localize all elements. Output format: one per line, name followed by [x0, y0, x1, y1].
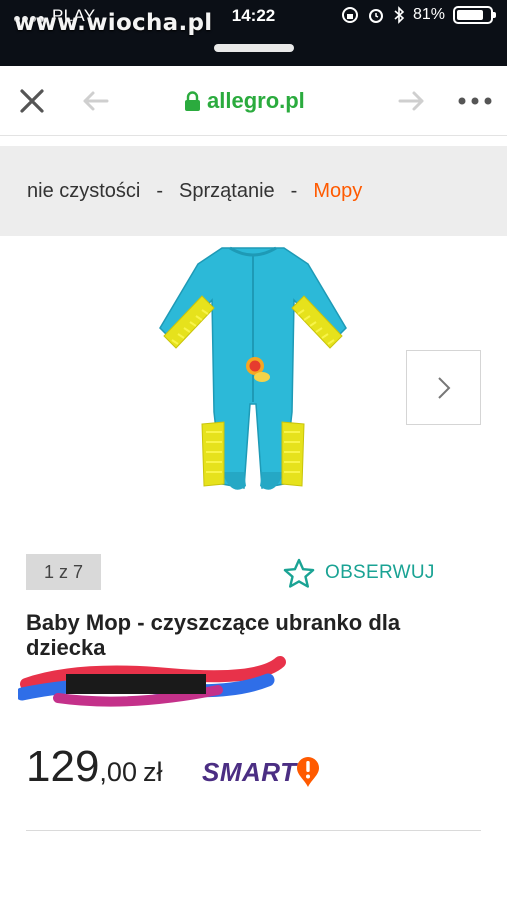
back-button[interactable] — [75, 81, 115, 121]
watch-button[interactable]: OBSERWUJ — [283, 556, 435, 590]
url-text: allegro.pl — [207, 88, 305, 113]
breadcrumb: nie czystości - Sprzątanie - Mopy — [0, 146, 507, 236]
close-icon — [20, 89, 44, 113]
price-decimal: ,00 — [99, 757, 137, 787]
screen-lock-icon — [341, 7, 358, 23]
sheet-handle[interactable] — [214, 44, 294, 52]
price: 129 ,00 zł — [26, 742, 162, 792]
breadcrumb-item-cleaning-products[interactable]: nie czystości — [27, 180, 140, 203]
breadcrumb-item-mops[interactable]: Mopy — [313, 180, 362, 203]
back-arrow-icon — [83, 91, 109, 111]
close-button[interactable] — [12, 81, 52, 121]
smart-exclamation-icon — [297, 757, 320, 787]
alarm-icon — [368, 9, 383, 23]
product-image[interactable] — [158, 236, 348, 498]
price-currency: zł — [142, 757, 163, 787]
watch-label: OBSERWUJ — [325, 562, 435, 583]
browser-toolbar: allegro.pl — [0, 66, 507, 136]
gallery-counter: 1 z 7 — [26, 554, 101, 590]
breadcrumb-separator: - — [290, 179, 298, 202]
lock-icon — [185, 91, 200, 111]
bluetooth-icon — [394, 6, 405, 24]
more-icon — [458, 97, 492, 105]
battery-percent: 81% — [412, 6, 445, 23]
battery-icon — [453, 6, 496, 24]
address-bar[interactable]: allegro.pl — [184, 86, 305, 116]
battery-fill — [457, 10, 483, 20]
chevron-right-icon — [437, 376, 450, 399]
star-outline-icon — [283, 558, 315, 588]
smart-badge[interactable]: SMART — [202, 756, 320, 788]
breadcrumb-item-cleaning[interactable]: Sprzątanie — [179, 180, 275, 203]
status-icons: 81% — [341, 6, 496, 24]
smart-label: SMART — [202, 756, 297, 787]
forward-button[interactable] — [392, 81, 432, 121]
redaction-scribble — [18, 656, 286, 707]
gallery-next-button[interactable] — [406, 350, 481, 425]
more-button[interactable] — [455, 81, 495, 121]
breadcrumb-separator: - — [156, 179, 164, 202]
divider — [26, 830, 481, 831]
price-integer: 129 — [26, 742, 100, 791]
status-bar: PLAY www.wiocha.pl 14:22 81% — [0, 0, 507, 66]
baby-mop-onesie-image — [159, 246, 347, 490]
forward-arrow-icon — [398, 91, 424, 111]
